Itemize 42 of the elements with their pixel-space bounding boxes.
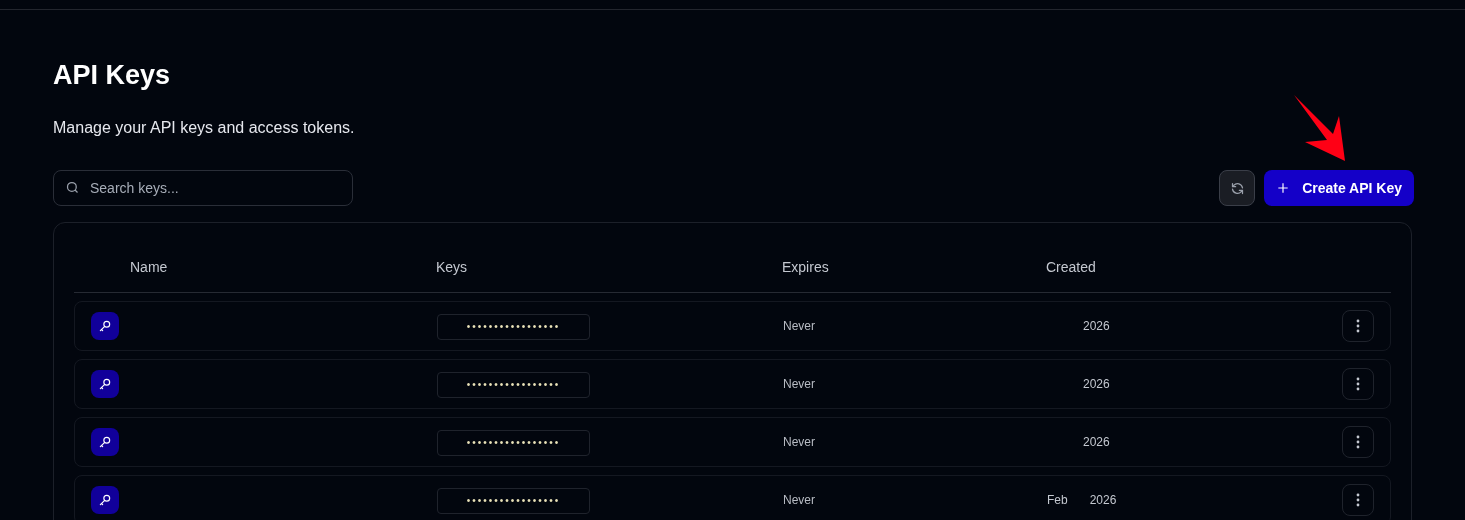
key-icon xyxy=(98,319,112,333)
more-vertical-icon xyxy=(1356,493,1360,507)
masked-key: ••••••••••••••••• xyxy=(437,429,590,456)
more-menu-button[interactable] xyxy=(1342,310,1374,342)
column-header: Keys xyxy=(436,258,469,277)
created-date: 2026 xyxy=(1083,376,1110,393)
more-menu-button[interactable] xyxy=(1342,426,1374,458)
column-header: Created xyxy=(1046,258,1097,277)
more-vertical-icon xyxy=(1356,319,1360,333)
refresh-button[interactable] xyxy=(1219,170,1256,206)
key-icon xyxy=(98,435,112,449)
key-icon xyxy=(98,377,112,391)
created-date: 2026 xyxy=(1089,492,1117,509)
more-vertical-icon xyxy=(1356,435,1360,449)
expires-text: Never xyxy=(783,376,816,393)
column-header: Name xyxy=(129,258,169,277)
table-row[interactable]: ••••••••••••••••• Never 2026 xyxy=(74,301,1391,351)
masked-key: ••••••••••••••••• xyxy=(437,371,590,398)
expires-text: Never xyxy=(783,434,816,451)
expires-text: Never xyxy=(783,318,816,335)
more-menu-button[interactable] xyxy=(1342,368,1374,400)
masked-key: ••••••••••••••••• xyxy=(437,487,590,514)
masked-key: ••••••••••••••••• xyxy=(437,313,590,340)
key-icon xyxy=(98,493,112,507)
search-field[interactable]: Search keys... xyxy=(53,170,353,206)
created-date: 2026 xyxy=(1083,318,1110,335)
arrow-annotation xyxy=(1293,94,1347,162)
expires-text: Never xyxy=(783,492,816,509)
column-header: Expires xyxy=(782,258,830,277)
refresh-icon xyxy=(1229,180,1245,196)
more-menu-button[interactable] xyxy=(1342,484,1374,516)
table-row[interactable]: ••••••••••••••••• Never 2026 xyxy=(74,359,1391,409)
page-subtitle: Manage your API keys and access tokens. xyxy=(53,120,356,136)
create-api-key-button[interactable]: Create API Key xyxy=(1264,170,1414,206)
plus-icon xyxy=(1276,181,1291,195)
table-row[interactable]: ••••••••••••••••• Never 2026 xyxy=(74,417,1391,467)
search-icon xyxy=(65,180,80,195)
page-title: API Keys xyxy=(53,62,172,89)
table-row[interactable]: ••••••••••••••••• Never Feb 2026 xyxy=(74,475,1391,520)
created-date: Feb xyxy=(1047,492,1068,509)
more-vertical-icon xyxy=(1356,377,1360,391)
created-date: 2026 xyxy=(1083,434,1110,451)
